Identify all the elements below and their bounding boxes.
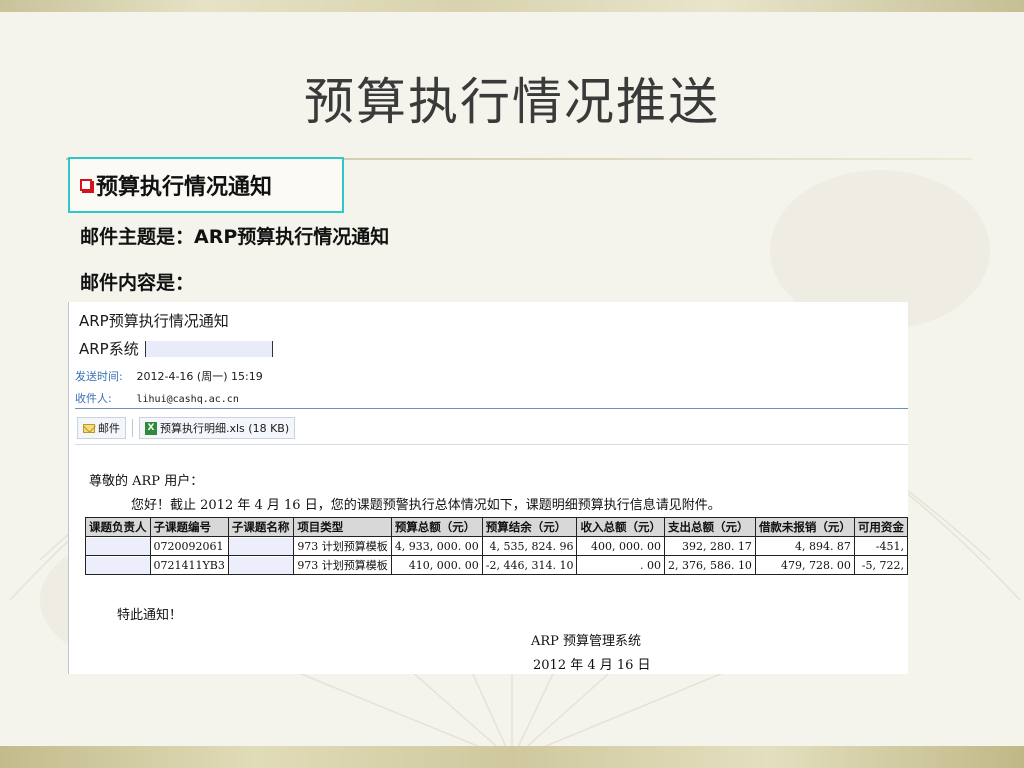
col-header: 预算总额（元） — [390, 517, 483, 537]
col-header: 子课题编号 — [149, 517, 229, 537]
col-header: 子课题名称 — [227, 517, 295, 537]
cell-redacted — [85, 555, 151, 575]
table-header-row: 课题负责人 子课题编号 子课题名称 项目类型 预算总额（元） 预算结余（元） 收… — [85, 517, 908, 537]
slide-title: 预算执行情况推送 — [304, 73, 720, 131]
table-cell: 2, 376, 586. 10 — [663, 555, 756, 575]
col-header: 借款未报销（元） — [754, 517, 855, 537]
table-row: 0721411YB3 973 计划预算模板 410, 000. 00 -2, 4… — [85, 555, 908, 575]
closing-text: 特此通知！ — [117, 608, 183, 623]
to-value[interactable]: lihui@cashq.ac.cn — [137, 394, 239, 405]
notice-heading: 预算执行情况通知 — [96, 175, 273, 200]
header-divider — [75, 408, 908, 409]
signature-date: 2012 年 4 月 16 日 — [533, 658, 651, 673]
signature: ARP 预算管理系统 — [531, 634, 642, 649]
mail-tab-label: 邮件 — [98, 422, 120, 435]
sent-time-row: 发送时间: 2012-4-16 (周一) 15:19 — [75, 368, 263, 384]
cell-redacted — [85, 536, 151, 556]
greeting: 尊敬的 ARP 用户： — [89, 474, 204, 489]
recipient-row: 收件人: lihui@cashq.ac.cn — [75, 390, 239, 406]
checkbox-bullet-icon — [80, 179, 92, 191]
col-header: 预算结余（元） — [481, 517, 578, 537]
table-cell: 4, 535, 824. 96 — [481, 536, 578, 556]
attachment-divider — [75, 444, 908, 445]
table-cell: 400, 000. 00 — [576, 536, 665, 556]
to-label: 收件人: — [75, 392, 112, 405]
cell-redacted — [227, 536, 295, 556]
table-cell: 973 计划预算模板 — [293, 555, 392, 575]
table-cell: 4, 894. 87 — [754, 536, 855, 556]
excel-icon: X — [145, 421, 157, 435]
table-cell: -451, — [853, 536, 908, 556]
table-cell: 392, 280. 17 — [663, 536, 756, 556]
email-preview-panel: ARP预算执行情况通知 ARP系统 发送时间: 2012-4-16 (周一) 1… — [68, 302, 908, 674]
attachment-file[interactable]: X 预算执行明细.xls (18 KB) — [139, 417, 296, 439]
intro-text: 您好！截止 2012 年 4 月 16 日，您的课题预警执行总体情况如下，课题明… — [131, 498, 721, 513]
attachment-separator — [132, 419, 133, 437]
table-cell: . 00 — [576, 555, 665, 575]
table-cell: 0721411YB3 — [149, 555, 229, 575]
col-header: 支出总额（元） — [663, 517, 756, 537]
col-header: 课题负责人 — [85, 517, 151, 537]
col-header: 可用资金 — [853, 517, 908, 537]
content-line: 邮件内容是： — [80, 272, 195, 294]
table-cell: -2, 446, 314. 10 — [481, 555, 578, 575]
sent-value: 2012-4-16 (周一) 15:19 — [136, 370, 263, 383]
email-subject: ARP预算执行情况通知 — [79, 312, 229, 330]
subject-line: 邮件主题是：ARP预算执行情况通知 — [80, 226, 390, 248]
table-cell: 479, 728. 00 — [754, 555, 855, 575]
col-header: 项目类型 — [293, 517, 392, 537]
table-cell: 0720092061 — [149, 536, 229, 556]
email-sender: ARP系统 — [79, 338, 273, 359]
table-cell: -5, 722, — [853, 555, 908, 575]
mail-tab[interactable]: 邮件 — [77, 417, 126, 439]
sent-label: 发送时间: — [75, 370, 123, 383]
sender-address-redacted — [144, 340, 273, 357]
cell-redacted — [227, 555, 295, 575]
bottom-decor-band — [0, 746, 1024, 768]
notice-heading-box: 预算执行情况通知 — [68, 157, 344, 213]
sender-name: ARP系统 — [79, 340, 139, 358]
top-decor-band — [0, 0, 1024, 12]
attachment-bar: 邮件 X 预算执行明细.xls (18 KB) — [77, 416, 296, 440]
mail-icon — [83, 423, 95, 433]
table-cell: 4, 933, 000. 00 — [390, 536, 483, 556]
table-cell: 973 计划预算模板 — [293, 536, 392, 556]
col-header: 收入总额（元） — [576, 517, 665, 537]
table-cell: 410, 000. 00 — [390, 555, 483, 575]
table-row: 0720092061 973 计划预算模板 4, 933, 000. 00 4,… — [85, 536, 908, 556]
budget-detail-table: 课题负责人 子课题编号 子课题名称 项目类型 预算总额（元） 预算结余（元） 收… — [85, 517, 908, 575]
attachment-label: 预算执行明细.xls (18 KB) — [160, 422, 290, 435]
